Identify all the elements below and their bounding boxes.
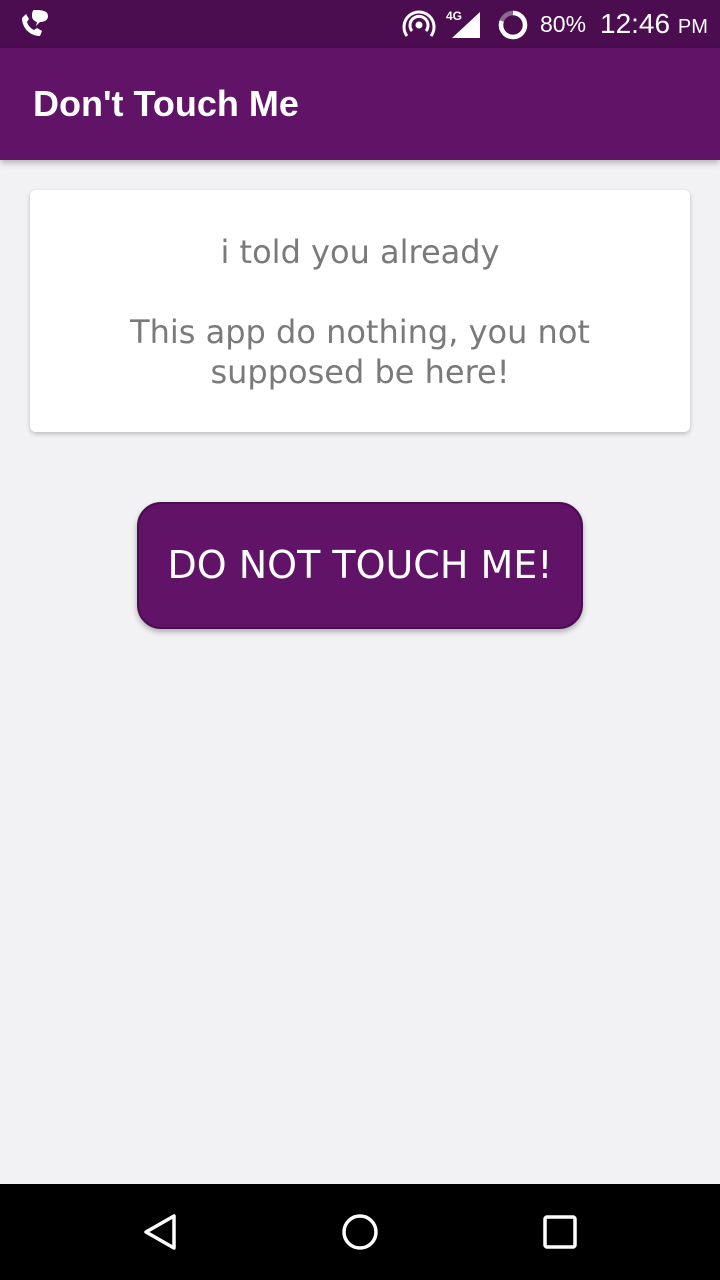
signal-4g-icon: 4G bbox=[446, 9, 480, 38]
do-not-touch-button[interactable]: DO NOT TOUCH ME! bbox=[137, 502, 583, 629]
message-card: i told you already This app do nothing, … bbox=[30, 190, 690, 432]
battery-percent: 80% bbox=[540, 11, 587, 37]
clock-ampm: PM bbox=[677, 16, 708, 38]
battery-ring-icon bbox=[498, 10, 528, 40]
wifi-calling-icon bbox=[22, 10, 48, 36]
card-line-2: This app do nothing, you not supposed be… bbox=[130, 313, 590, 391]
status-bar: 4G 80% 12:46 PM bbox=[0, 0, 720, 48]
clock-time: 12:46 bbox=[600, 8, 671, 39]
recents-icon[interactable] bbox=[536, 1208, 584, 1256]
card-text: i told you already This app do nothing, … bbox=[90, 232, 630, 392]
navigation-bar bbox=[0, 1184, 720, 1280]
hotspot-icon bbox=[402, 10, 436, 37]
card-spacer bbox=[90, 272, 630, 312]
back-icon[interactable] bbox=[136, 1208, 184, 1256]
network-type-label: 4G bbox=[446, 9, 462, 23]
app-bar: Don't Touch Me bbox=[0, 48, 720, 160]
screen: 4G 80% 12:46 PM Don't Touch Me i told yo… bbox=[0, 0, 720, 1280]
status-clock: 12:46 PM bbox=[600, 6, 708, 45]
app-title: Don't Touch Me bbox=[33, 83, 299, 124]
card-line-1: i told you already bbox=[220, 233, 500, 271]
home-icon[interactable] bbox=[336, 1208, 384, 1256]
